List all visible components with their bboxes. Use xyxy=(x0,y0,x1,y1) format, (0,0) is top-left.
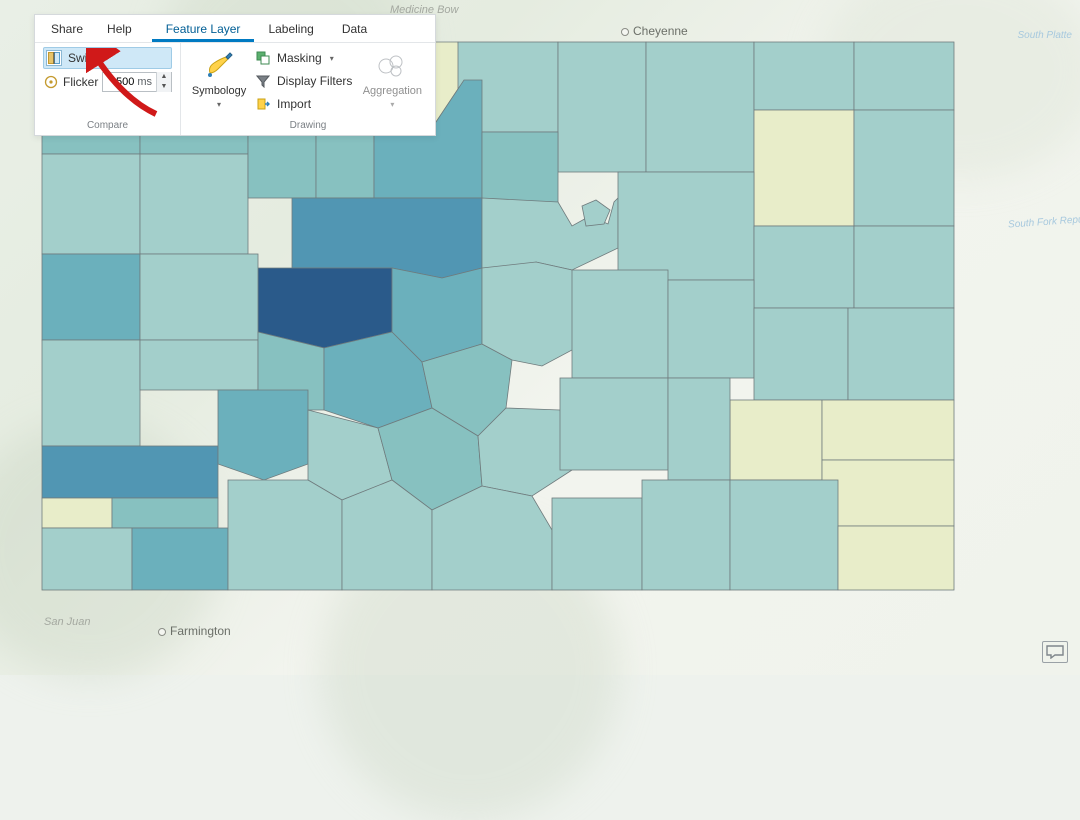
group-compare: Swipe Flicker ms ▲ ▼ xyxy=(35,43,181,135)
masking-button[interactable]: Masking ▾ xyxy=(253,47,358,69)
group-drawing: Symbology▾ Masking ▾ Display F xyxy=(181,43,435,135)
county[interactable] xyxy=(754,226,854,308)
county[interactable] xyxy=(838,526,954,590)
county[interactable] xyxy=(132,528,228,590)
county[interactable] xyxy=(558,42,646,172)
display-filters-button[interactable]: Display Filters xyxy=(253,70,358,92)
flicker-value-input[interactable] xyxy=(103,73,137,91)
county[interactable] xyxy=(822,460,954,526)
chevron-down-icon: ▾ xyxy=(330,54,334,63)
flicker-spin-up[interactable]: ▲ xyxy=(157,72,171,82)
county[interactable] xyxy=(572,270,668,378)
speech-bubble-icon xyxy=(1046,645,1064,659)
flicker-interval-spinner[interactable]: ms ▲ ▼ xyxy=(102,72,172,92)
aggregation-button[interactable]: Aggregation ▾ xyxy=(362,47,422,117)
county[interactable] xyxy=(42,498,112,528)
symbology-label: Symbology xyxy=(192,85,246,97)
county[interactable] xyxy=(112,498,218,528)
tab-labeling[interactable]: Labeling xyxy=(254,16,327,42)
ribbon-tabs: Share Help Feature Layer Labeling Data xyxy=(35,15,435,43)
symbology-icon xyxy=(202,49,236,83)
county[interactable] xyxy=(642,480,730,590)
river-label-south-platte: South Platte xyxy=(1018,30,1072,41)
tab-feature-layer[interactable]: Feature Layer xyxy=(152,16,255,42)
county[interactable] xyxy=(854,226,954,308)
menu-help[interactable]: Help xyxy=(95,15,144,43)
import-label: Import xyxy=(277,97,311,111)
aggregation-icon xyxy=(375,49,409,83)
group-label-drawing: Drawing xyxy=(189,117,427,135)
masking-icon xyxy=(255,50,271,66)
county[interactable] xyxy=(432,486,552,590)
aggregation-label: Aggregation xyxy=(363,85,422,97)
county[interactable] xyxy=(730,480,838,590)
county[interactable] xyxy=(754,42,854,110)
display-filters-label: Display Filters xyxy=(277,74,352,88)
flicker-unit: ms xyxy=(137,76,156,88)
county[interactable] xyxy=(668,280,754,378)
city-label-farmington: Farmington xyxy=(158,624,231,638)
county[interactable] xyxy=(140,340,258,390)
county[interactable] xyxy=(42,446,218,498)
county[interactable] xyxy=(730,400,822,480)
county[interactable] xyxy=(754,308,848,400)
group-label-compare: Compare xyxy=(43,117,172,135)
ribbon: Share Help Feature Layer Labeling Data S… xyxy=(34,14,436,136)
county[interactable] xyxy=(42,340,140,446)
county[interactable] xyxy=(258,268,392,348)
tab-data[interactable]: Data xyxy=(328,16,381,42)
county[interactable] xyxy=(42,254,140,340)
county[interactable] xyxy=(646,42,754,172)
river-label-south-fork-republican: South Fork Republican xyxy=(1008,212,1080,230)
swipe-label: Swipe xyxy=(68,51,101,65)
county[interactable] xyxy=(560,378,668,470)
county[interactable] xyxy=(42,154,140,254)
county[interactable] xyxy=(218,390,308,480)
county[interactable] xyxy=(228,480,342,590)
swipe-icon xyxy=(46,50,62,66)
county[interactable] xyxy=(822,400,954,460)
chevron-down-icon: ▾ xyxy=(390,100,394,109)
county[interactable] xyxy=(292,198,482,278)
chevron-down-icon: ▾ xyxy=(217,100,221,109)
county[interactable] xyxy=(552,498,642,590)
county[interactable] xyxy=(140,254,258,340)
ribbon-body: Swipe Flicker ms ▲ ▼ xyxy=(35,43,435,135)
county[interactable] xyxy=(854,42,954,110)
import-button[interactable]: Import xyxy=(253,93,358,115)
symbology-button[interactable]: Symbology ▾ xyxy=(189,47,249,117)
county[interactable] xyxy=(582,200,610,226)
masking-label: Masking xyxy=(277,51,322,65)
county[interactable] xyxy=(668,378,730,480)
county[interactable] xyxy=(42,528,132,590)
county[interactable] xyxy=(316,128,374,198)
county[interactable] xyxy=(482,132,558,202)
menu-share[interactable]: Share xyxy=(39,15,95,43)
county[interactable] xyxy=(618,172,754,280)
flicker-label: Flicker xyxy=(63,75,98,89)
flicker-spin-down[interactable]: ▼ xyxy=(157,82,171,92)
county[interactable] xyxy=(140,154,248,254)
popup-toggle-button[interactable] xyxy=(1042,641,1068,663)
county[interactable] xyxy=(854,110,954,226)
county[interactable] xyxy=(848,308,954,400)
county[interactable] xyxy=(754,110,854,226)
import-icon xyxy=(255,96,271,112)
filter-icon xyxy=(255,73,271,89)
swipe-button[interactable]: Swipe xyxy=(43,47,172,69)
flicker-icon xyxy=(43,74,59,90)
